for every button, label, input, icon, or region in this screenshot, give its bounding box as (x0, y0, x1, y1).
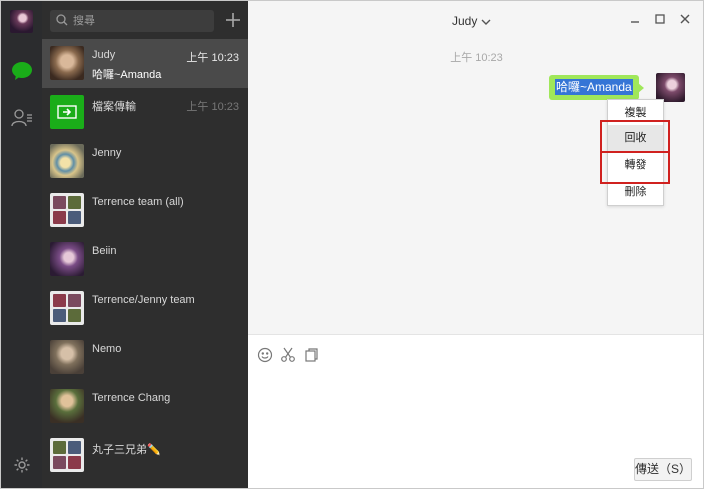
settings-icon (13, 456, 31, 477)
conversation-name: 檔案傳輸 (92, 101, 136, 113)
nav-rail (1, 1, 42, 488)
emoji-icon (257, 347, 273, 366)
message-bubble[interactable]: 哈囉~Amanda (549, 75, 644, 100)
settings-nav-button[interactable] (1, 449, 42, 483)
emoji-button[interactable] (256, 347, 274, 365)
group-avatar (50, 291, 84, 325)
conversation-item-terrence-jenny-team[interactable]: Terrence/Jenny team (42, 284, 248, 333)
search-row (42, 1, 248, 39)
avatar (50, 46, 84, 80)
conversation-name: Jenny (92, 147, 122, 159)
avatar (50, 242, 84, 276)
chat-header: Judy (248, 1, 703, 39)
file-transfer-icon (50, 95, 84, 129)
conversation-name: Beiin (92, 245, 117, 257)
wechat-window: Judy 哈囉~Amanda 上午 10:23 檔案傳輸 上午 10:23 Je… (0, 0, 704, 489)
chats-nav-button[interactable] (1, 55, 42, 89)
selected-message-text[interactable]: 哈囉~Amanda (555, 79, 633, 95)
avatar (50, 340, 84, 374)
search-input[interactable] (73, 15, 203, 27)
conversation-item-terrence-chang[interactable]: Terrence Chang (42, 382, 248, 431)
message-input[interactable] (256, 371, 696, 451)
maximize-icon (655, 13, 665, 27)
screenshot-button[interactable] (279, 347, 297, 365)
compose-area: 傳送（S） (248, 334, 703, 488)
group-avatar (50, 193, 84, 227)
conversation-list: Judy 哈囉~Amanda 上午 10:23 檔案傳輸 上午 10:23 Je… (42, 1, 248, 488)
conversation-name: 丸子三兄弟✏️ (92, 444, 161, 456)
conversation-name: Terrence team (all) (92, 196, 184, 208)
conversation-name: Nemo (92, 343, 122, 355)
minimize-icon (630, 13, 640, 27)
annotation-highlight-recall (600, 120, 670, 153)
contacts-icon (10, 108, 33, 131)
conversation-item-file-transfer[interactable]: 檔案傳輸 上午 10:23 (42, 88, 248, 137)
search-icon (56, 13, 68, 29)
conversation-item-nemo[interactable]: Nemo (42, 333, 248, 382)
conversation-time: 上午 10:23 (186, 101, 239, 113)
chat-pane: Judy 上午 10:23 哈囉~Amanda 複製 回收 轉發 刪除 傳送（S… (248, 1, 703, 488)
group-avatar (50, 438, 84, 472)
search-box[interactable] (50, 10, 214, 32)
close-icon (680, 13, 690, 27)
sender-avatar[interactable] (656, 73, 685, 102)
minimize-button[interactable] (626, 11, 644, 29)
conversation-name: Terrence Chang (92, 392, 171, 404)
plus-icon (226, 12, 240, 30)
my-profile-avatar[interactable] (10, 10, 33, 33)
add-chat-button[interactable] (222, 10, 244, 32)
message-timestamp: 上午 10:23 (450, 52, 503, 64)
chat-title[interactable]: Judy (452, 14, 477, 28)
conversation-item-jenny[interactable]: Jenny (42, 137, 248, 186)
avatar (50, 389, 84, 423)
conversation-preview: 哈囉~Amanda (92, 69, 162, 81)
send-file-button[interactable] (302, 347, 320, 365)
file-icon (303, 347, 319, 366)
send-button[interactable]: 傳送（S） (634, 458, 692, 481)
annotation-highlight-forward (600, 151, 670, 184)
close-button[interactable] (676, 11, 694, 29)
conversation-name: Judy (92, 49, 116, 61)
chat-icon (11, 61, 33, 84)
conversation-name: Terrence/Jenny team (92, 294, 195, 306)
maximize-button[interactable] (651, 11, 669, 29)
conversation-item-three-brothers[interactable]: 丸子三兄弟✏️ (42, 431, 248, 480)
conversation-item-judy[interactable]: Judy 哈囉~Amanda 上午 10:23 (42, 39, 248, 88)
conversation-item-beiin[interactable]: Beiin (42, 235, 248, 284)
chevron-down-icon[interactable] (481, 15, 491, 29)
avatar (50, 144, 84, 178)
conversation-item-terrence-team-all[interactable]: Terrence team (all) (42, 186, 248, 235)
conversation-time: 上午 10:23 (186, 52, 239, 64)
contacts-nav-button[interactable] (1, 102, 42, 136)
scissors-icon (280, 347, 296, 366)
